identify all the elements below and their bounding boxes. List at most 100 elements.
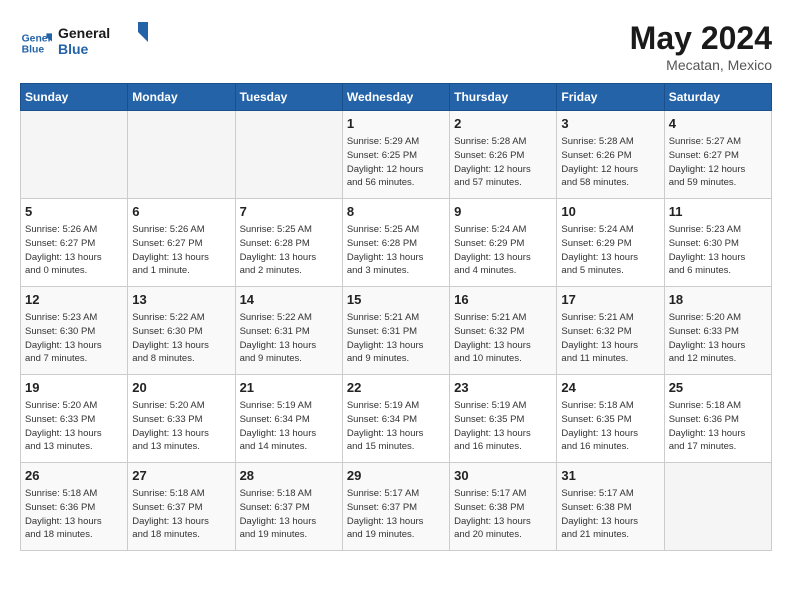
calendar-table: SundayMondayTuesdayWednesdayThursdayFrid… bbox=[20, 83, 772, 551]
svg-text:General: General bbox=[58, 25, 110, 41]
day-info: Sunrise: 5:18 AM Sunset: 6:37 PM Dayligh… bbox=[132, 487, 230, 542]
day-info: Sunrise: 5:20 AM Sunset: 6:33 PM Dayligh… bbox=[669, 311, 767, 366]
logo: General Blue General Blue General Blue bbox=[20, 20, 148, 65]
header-friday: Friday bbox=[557, 84, 664, 111]
calendar-cell: 2Sunrise: 5:28 AM Sunset: 6:26 PM Daylig… bbox=[450, 111, 557, 199]
calendar-cell: 11 Sunrise: 5:23 AM Sunset: 6:30 PM Dayli… bbox=[664, 199, 771, 287]
day-number: 11 bbox=[669, 203, 767, 221]
location: Mecatan, Mexico bbox=[630, 57, 772, 73]
calendar-cell: 9 Sunrise: 5:24 AM Sunset: 6:29 PM Daylig… bbox=[450, 199, 557, 287]
calendar-cell: 15 Sunrise: 5:21 AM Sunset: 6:31 PM Dayli… bbox=[342, 287, 449, 375]
day-number: 12 bbox=[25, 291, 123, 309]
day-info: Sunrise: 5:28 AM Sunset: 6:26 PM Dayligh… bbox=[561, 135, 659, 190]
day-info: Sunrise: 5:25 AM Sunset: 6:28 PM Dayligh… bbox=[240, 223, 338, 278]
calendar-cell: 22 Sunrise: 5:19 AM Sunset: 6:34 PM Dayli… bbox=[342, 375, 449, 463]
day-info: Sunrise: 5:21 AM Sunset: 6:32 PM Dayligh… bbox=[454, 311, 552, 366]
header-tuesday: Tuesday bbox=[235, 84, 342, 111]
day-number: 30 bbox=[454, 467, 552, 485]
calendar-cell: 25 Sunrise: 5:18 AM Sunset: 6:36 PM Dayli… bbox=[664, 375, 771, 463]
calendar-cell: 8 Sunrise: 5:25 AM Sunset: 6:28 PM Daylig… bbox=[342, 199, 449, 287]
calendar-cell: 26Sunrise: 5:18 AM Sunset: 6:36 PM Dayli… bbox=[21, 463, 128, 551]
calendar-cell: 23 Sunrise: 5:19 AM Sunset: 6:35 PM Dayli… bbox=[450, 375, 557, 463]
calendar-cell: 6 Sunrise: 5:26 AM Sunset: 6:27 PM Daylig… bbox=[128, 199, 235, 287]
day-info: Sunrise: 5:20 AM Sunset: 6:33 PM Dayligh… bbox=[25, 399, 123, 454]
day-info: Sunrise: 5:29 AM Sunset: 6:25 PM Dayligh… bbox=[347, 135, 445, 190]
calendar-cell: 12 Sunrise: 5:23 AM Sunset: 6:30 PM Dayli… bbox=[21, 287, 128, 375]
day-number: 18 bbox=[669, 291, 767, 309]
svg-text:Blue: Blue bbox=[58, 41, 89, 57]
day-number: 14 bbox=[240, 291, 338, 309]
calendar-cell: 24Sunrise: 5:18 AM Sunset: 6:35 PM Dayli… bbox=[557, 375, 664, 463]
day-number: 23 bbox=[454, 379, 552, 397]
calendar-cell: 27 Sunrise: 5:18 AM Sunset: 6:37 PM Dayli… bbox=[128, 463, 235, 551]
calendar-cell: 28 Sunrise: 5:18 AM Sunset: 6:37 PM Dayli… bbox=[235, 463, 342, 551]
day-info: Sunrise: 5:23 AM Sunset: 6:30 PM Dayligh… bbox=[669, 223, 767, 278]
day-number: 8 bbox=[347, 203, 445, 221]
calendar-cell: 10 Sunrise: 5:24 AM Sunset: 6:29 PM Dayli… bbox=[557, 199, 664, 287]
day-number: 9 bbox=[454, 203, 552, 221]
calendar-cell: 19 Sunrise: 5:20 AM Sunset: 6:33 PM Dayli… bbox=[21, 375, 128, 463]
day-info: Sunrise: 5:21 AM Sunset: 6:32 PM Dayligh… bbox=[561, 311, 659, 366]
day-info: Sunrise: 5:22 AM Sunset: 6:31 PM Dayligh… bbox=[240, 311, 338, 366]
calendar-week-4: 19 Sunrise: 5:20 AM Sunset: 6:33 PM Dayli… bbox=[21, 375, 772, 463]
calendar-cell: 18 Sunrise: 5:20 AM Sunset: 6:33 PM Dayli… bbox=[664, 287, 771, 375]
day-number: 13 bbox=[132, 291, 230, 309]
day-number: 19 bbox=[25, 379, 123, 397]
day-number: 1 bbox=[347, 115, 445, 133]
day-info: Sunrise: 5:19 AM Sunset: 6:34 PM Dayligh… bbox=[240, 399, 338, 454]
day-number: 10 bbox=[561, 203, 659, 221]
day-info: Sunrise: 5:17 AM Sunset: 6:37 PM Dayligh… bbox=[347, 487, 445, 542]
header-sunday: Sunday bbox=[21, 84, 128, 111]
day-info: Sunrise: 5:24 AM Sunset: 6:29 PM Dayligh… bbox=[454, 223, 552, 278]
day-number: 4 bbox=[669, 115, 767, 133]
page-header: General Blue General Blue General Blue M… bbox=[20, 20, 772, 73]
header-wednesday: Wednesday bbox=[342, 84, 449, 111]
day-number: 25 bbox=[669, 379, 767, 397]
day-info: Sunrise: 5:19 AM Sunset: 6:34 PM Dayligh… bbox=[347, 399, 445, 454]
calendar-cell: 1 Sunrise: 5:29 AM Sunset: 6:25 PM Daylig… bbox=[342, 111, 449, 199]
calendar-cell: 7Sunrise: 5:25 AM Sunset: 6:28 PM Daylig… bbox=[235, 199, 342, 287]
day-number: 5 bbox=[25, 203, 123, 221]
day-info: Sunrise: 5:18 AM Sunset: 6:37 PM Dayligh… bbox=[240, 487, 338, 542]
day-info: Sunrise: 5:17 AM Sunset: 6:38 PM Dayligh… bbox=[454, 487, 552, 542]
calendar-cell: 13 Sunrise: 5:22 AM Sunset: 6:30 PM Dayli… bbox=[128, 287, 235, 375]
logo-svg: General Blue bbox=[58, 20, 148, 60]
day-info: Sunrise: 5:25 AM Sunset: 6:28 PM Dayligh… bbox=[347, 223, 445, 278]
day-info: Sunrise: 5:26 AM Sunset: 6:27 PM Dayligh… bbox=[132, 223, 230, 278]
calendar-cell: 3 Sunrise: 5:28 AM Sunset: 6:26 PM Daylig… bbox=[557, 111, 664, 199]
day-number: 21 bbox=[240, 379, 338, 397]
day-info: Sunrise: 5:22 AM Sunset: 6:30 PM Dayligh… bbox=[132, 311, 230, 366]
day-info: Sunrise: 5:23 AM Sunset: 6:30 PM Dayligh… bbox=[25, 311, 123, 366]
day-number: 6 bbox=[132, 203, 230, 221]
calendar-cell: 30 Sunrise: 5:17 AM Sunset: 6:38 PM Dayli… bbox=[450, 463, 557, 551]
calendar-cell: 14 Sunrise: 5:22 AM Sunset: 6:31 PM Dayli… bbox=[235, 287, 342, 375]
calendar-cell: 5Sunrise: 5:26 AM Sunset: 6:27 PM Daylig… bbox=[21, 199, 128, 287]
calendar-cell: 20Sunrise: 5:20 AM Sunset: 6:33 PM Dayli… bbox=[128, 375, 235, 463]
calendar-week-2: 5 Sunrise: 5:26 AM Sunset: 6:27 PM Daylig… bbox=[21, 199, 772, 287]
day-number: 16 bbox=[454, 291, 552, 309]
calendar-cell: 21 Sunrise: 5:19 AM Sunset: 6:34 PM Dayli… bbox=[235, 375, 342, 463]
calendar-cell bbox=[128, 111, 235, 199]
title-block: May 2024 Mecatan, Mexico bbox=[630, 20, 772, 73]
day-info: Sunrise: 5:20 AM Sunset: 6:33 PM Dayligh… bbox=[132, 399, 230, 454]
day-number: 22 bbox=[347, 379, 445, 397]
svg-text:Blue: Blue bbox=[22, 44, 45, 55]
day-info: Sunrise: 5:19 AM Sunset: 6:35 PM Dayligh… bbox=[454, 399, 552, 454]
calendar-week-1: 1 Sunrise: 5:29 AM Sunset: 6:25 PM Daylig… bbox=[21, 111, 772, 199]
day-number: 31 bbox=[561, 467, 659, 485]
day-info: Sunrise: 5:18 AM Sunset: 6:36 PM Dayligh… bbox=[669, 399, 767, 454]
calendar-cell: 4 Sunrise: 5:27 AM Sunset: 6:27 PM Daylig… bbox=[664, 111, 771, 199]
day-number: 28 bbox=[240, 467, 338, 485]
calendar-cell bbox=[21, 111, 128, 199]
day-info: Sunrise: 5:24 AM Sunset: 6:29 PM Dayligh… bbox=[561, 223, 659, 278]
calendar-header-row: SundayMondayTuesdayWednesdayThursdayFrid… bbox=[21, 84, 772, 111]
day-info: Sunrise: 5:28 AM Sunset: 6:26 PM Dayligh… bbox=[454, 135, 552, 190]
day-number: 15 bbox=[347, 291, 445, 309]
day-info: Sunrise: 5:27 AM Sunset: 6:27 PM Dayligh… bbox=[669, 135, 767, 190]
day-number: 3 bbox=[561, 115, 659, 133]
calendar-cell: 17Sunrise: 5:21 AM Sunset: 6:32 PM Dayli… bbox=[557, 287, 664, 375]
day-info: Sunrise: 5:21 AM Sunset: 6:31 PM Dayligh… bbox=[347, 311, 445, 366]
calendar-cell bbox=[235, 111, 342, 199]
day-number: 27 bbox=[132, 467, 230, 485]
month-title: May 2024 bbox=[630, 20, 772, 57]
